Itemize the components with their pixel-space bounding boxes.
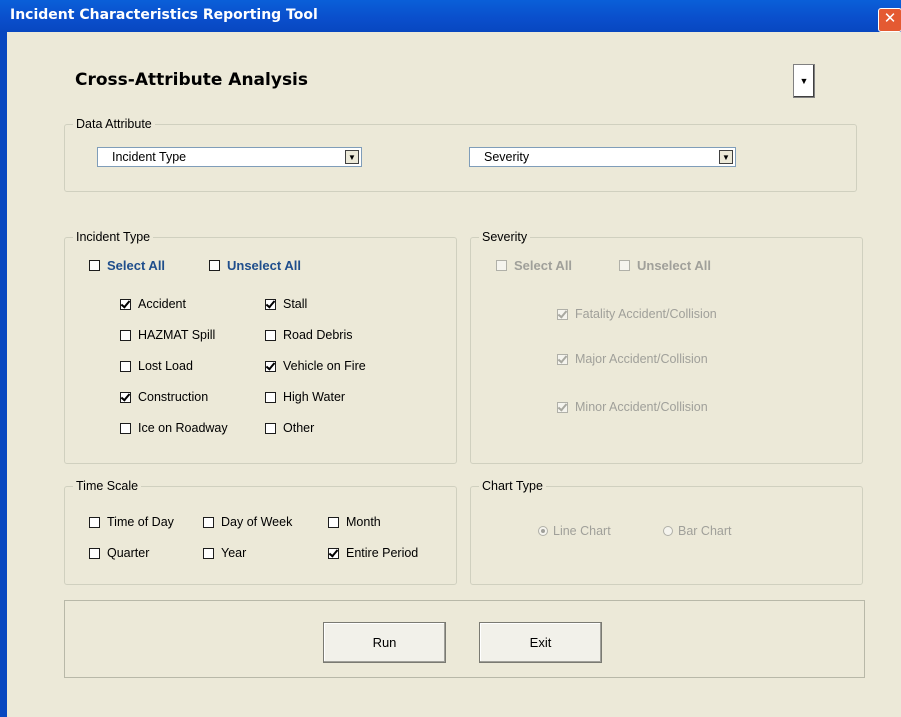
checkbox[interactable] xyxy=(203,516,214,528)
checkbox-label: Time of Day xyxy=(107,515,174,529)
severity-legend: Severity xyxy=(482,230,528,244)
checkbox[interactable] xyxy=(265,298,276,310)
severity-checkbox-major[interactable]: Major Accident/Collision xyxy=(557,352,708,366)
time-checkbox-year[interactable]: Year xyxy=(203,546,246,560)
checkbox[interactable] xyxy=(265,422,276,434)
attribute-select-1[interactable]: Incident Type ▼ xyxy=(97,147,362,167)
checkbox-label: Ice on Roadway xyxy=(138,421,228,435)
incident-checkbox-hazmat[interactable]: HAZMAT Spill xyxy=(120,328,215,342)
close-button[interactable]: ✕ xyxy=(878,8,901,32)
checkbox-label: Select All xyxy=(514,258,573,273)
chart-type-radio-bar[interactable]: Bar Chart xyxy=(663,524,732,538)
checkbox-label: Accident xyxy=(138,297,186,311)
data-attribute-legend: Data Attribute xyxy=(76,117,152,131)
checkbox[interactable] xyxy=(557,401,568,413)
chart-type-radio-line[interactable]: Line Chart xyxy=(538,524,611,538)
checkbox-label: Road Debris xyxy=(283,328,353,342)
radio-button[interactable] xyxy=(538,526,548,536)
checkbox[interactable] xyxy=(89,547,100,559)
checkbox[interactable] xyxy=(120,329,131,341)
checkbox-label: High Water xyxy=(283,390,346,404)
checkbox-label: Other xyxy=(283,421,315,435)
checkbox[interactable] xyxy=(89,260,100,271)
checkbox[interactable] xyxy=(265,360,276,372)
incident-checkbox-lost-load[interactable]: Lost Load xyxy=(120,359,193,373)
checkbox[interactable] xyxy=(265,329,276,341)
checkbox[interactable] xyxy=(557,308,568,320)
incident-type-legend: Incident Type xyxy=(76,230,151,244)
time-scale-legend: Time Scale xyxy=(76,479,139,493)
time-scale-group: Time Scale xyxy=(64,479,457,585)
checkbox-label: Unselect All xyxy=(227,258,301,273)
window-border xyxy=(0,32,7,717)
checkbox[interactable] xyxy=(89,516,100,528)
time-checkbox-day-of-week[interactable]: Day of Week xyxy=(203,515,292,529)
checkbox-label: Entire Period xyxy=(346,546,419,560)
time-checkbox-quarter[interactable]: Quarter xyxy=(89,546,149,560)
checkbox-label: Minor Accident/Collision xyxy=(575,400,708,414)
checkbox[interactable] xyxy=(328,516,339,528)
chevron-down-icon[interactable]: ▼ xyxy=(345,150,359,164)
incident-checkbox-accident[interactable]: Accident xyxy=(120,297,186,311)
chevron-down-icon: ▼ xyxy=(799,76,809,86)
checkbox-label: Unselect All xyxy=(637,258,711,273)
checkbox[interactable] xyxy=(265,391,276,403)
severity-unselect-all[interactable]: Unselect All xyxy=(619,258,711,273)
title-bar: Incident Characteristics Reporting Tool … xyxy=(0,0,901,32)
checkbox[interactable] xyxy=(120,360,131,372)
incident-select-all[interactable]: Select All xyxy=(89,258,165,273)
attribute-select-1-value: Incident Type xyxy=(112,150,187,164)
checkbox-label: Quarter xyxy=(107,546,150,560)
page-title: Cross-Attribute Analysis xyxy=(75,70,309,90)
time-checkbox-time-of-day[interactable]: Time of Day xyxy=(89,515,174,529)
incident-checkbox-high-water[interactable]: High Water xyxy=(265,390,345,404)
options-dropdown-button[interactable]: ▼ xyxy=(793,64,815,98)
close-icon: ✕ xyxy=(883,10,897,27)
checkbox-label: Vehicle on Fire xyxy=(283,359,366,373)
checkbox-label: Month xyxy=(346,515,381,529)
checkbox-label: Construction xyxy=(138,390,209,404)
time-checkbox-entire-period[interactable]: Entire Period xyxy=(328,546,418,560)
incident-checkbox-ice[interactable]: Ice on Roadway xyxy=(120,421,228,435)
time-checkbox-month[interactable]: Month xyxy=(328,515,381,529)
chevron-down-icon[interactable]: ▼ xyxy=(719,150,733,164)
checkbox-label: Stall xyxy=(283,297,308,311)
checkbox[interactable] xyxy=(496,260,507,271)
radio-label: Bar Chart xyxy=(678,524,732,538)
checkbox[interactable] xyxy=(328,547,339,559)
attribute-select-2-value: Severity xyxy=(484,150,530,164)
radio-label: Line Chart xyxy=(553,524,611,538)
checkbox[interactable] xyxy=(120,422,131,434)
checkbox-label: Fatality Accident/Collision xyxy=(575,307,717,321)
checkbox-label: Year xyxy=(221,546,247,560)
incident-checkbox-construction[interactable]: Construction xyxy=(120,390,208,404)
checkbox-label: HAZMAT Spill xyxy=(138,328,216,342)
button-panel xyxy=(64,600,865,678)
checkbox[interactable] xyxy=(203,547,214,559)
checkbox-label: Major Accident/Collision xyxy=(575,352,708,366)
checkbox-label: Lost Load xyxy=(138,359,193,373)
checkbox[interactable] xyxy=(120,298,131,310)
incident-checkbox-vehicle-fire[interactable]: Vehicle on Fire xyxy=(265,359,366,373)
run-button[interactable]: Run xyxy=(323,622,446,663)
exit-button[interactable]: Exit xyxy=(479,622,602,663)
checkbox[interactable] xyxy=(557,353,568,365)
checkbox[interactable] xyxy=(619,260,630,271)
checkbox-label: Day of Week xyxy=(221,515,293,529)
severity-checkbox-minor[interactable]: Minor Accident/Collision xyxy=(557,400,708,414)
severity-select-all[interactable]: Select All xyxy=(496,258,572,273)
checkbox-label: Select All xyxy=(107,258,166,273)
checkbox[interactable] xyxy=(209,260,220,271)
incident-checkbox-stall[interactable]: Stall xyxy=(265,297,307,311)
incident-checkbox-road-debris[interactable]: Road Debris xyxy=(265,328,352,342)
chart-type-legend: Chart Type xyxy=(482,479,543,493)
window-title: Incident Characteristics Reporting Tool xyxy=(10,7,318,23)
incident-checkbox-other[interactable]: Other xyxy=(265,421,314,435)
attribute-select-2[interactable]: Severity ▼ xyxy=(469,147,736,167)
incident-unselect-all[interactable]: Unselect All xyxy=(209,258,301,273)
severity-checkbox-fatality[interactable]: Fatality Accident/Collision xyxy=(557,307,717,321)
radio-button[interactable] xyxy=(663,526,673,536)
checkbox[interactable] xyxy=(120,391,131,403)
